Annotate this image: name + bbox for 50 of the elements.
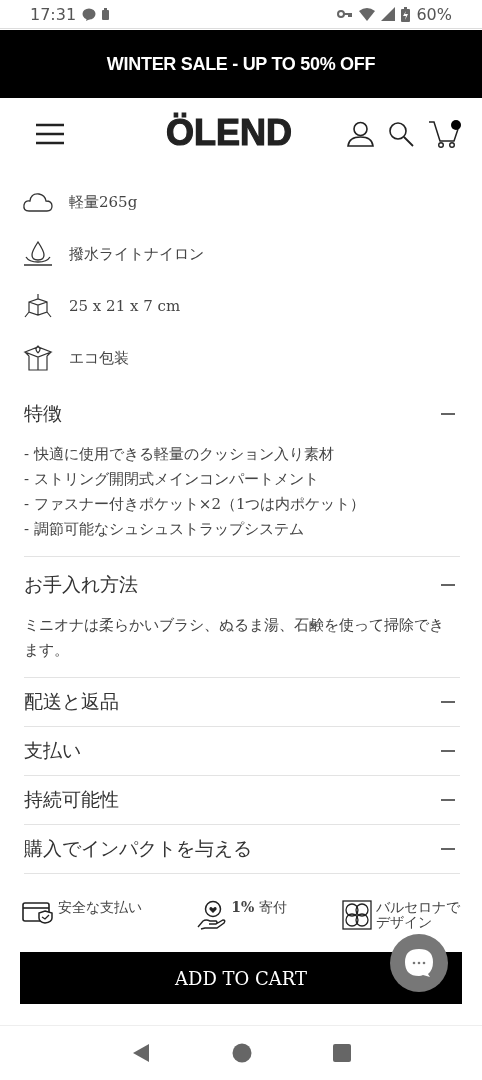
section-text: ミニオナは柔らかいブラシ、ぬるま湯、石鹸を使って掃除できます。 [24, 615, 445, 661]
section-title: 特徴 [24, 401, 62, 426]
recents-icon[interactable] [333, 1044, 352, 1062]
wifi-icon [359, 7, 376, 21]
badge-text: バルセロナでデザイン [376, 900, 461, 930]
chat-bubble-icon [404, 948, 434, 978]
section-title: 購入でインパクトを与える [24, 836, 252, 861]
logo[interactable]: ÖLEND [166, 112, 292, 154]
key-icon [337, 9, 354, 19]
search-icon[interactable] [388, 121, 414, 147]
battery-icon [102, 8, 110, 20]
accordion-header[interactable]: 配送と返品 [24, 678, 460, 726]
feature-text: エコ包装 [69, 348, 129, 368]
section-title: 支払い [24, 738, 81, 763]
card-shield-icon [22, 900, 54, 924]
section-title: お手入れ方法 [24, 572, 138, 597]
water-drop-icon [22, 241, 54, 267]
section-text: - 調節可能なシュシュストラップシステム [24, 519, 305, 540]
add-to-cart-button[interactable]: ADD TO CART [20, 952, 462, 1004]
battery-level: 60% [416, 4, 452, 24]
badge-text: 安全な支払い [58, 900, 142, 915]
chat-button[interactable] [390, 934, 448, 992]
hand-heart-icon [197, 900, 228, 930]
section-text: - ファスナー付きポケット×2（1つは内ポケット） [24, 494, 367, 515]
feature-text: 25 x 21 x 7 cm [69, 297, 181, 315]
accordion-header[interactable]: 購入でインパクトを与える [24, 825, 460, 873]
cube-dimensions-icon [22, 293, 54, 319]
section-title: 持続可能性 [24, 787, 119, 812]
user-icon[interactable] [347, 121, 374, 147]
feature-text: 撥水ライトナイロン [69, 244, 204, 264]
signal-icon [381, 7, 396, 21]
cart-icon[interactable] [428, 119, 462, 149]
clock: 17:31 [30, 4, 77, 24]
section-text: - ストリング開閉式メインコンパートメント [24, 469, 320, 490]
battery-charging-icon [401, 6, 411, 22]
section-text: - 快適に使用できる軽量のクッション入り素材 [24, 444, 335, 465]
chat-icon [82, 7, 97, 21]
badge-text: 1% 寄付 [231, 900, 287, 915]
feature-text: 軽量265g [69, 192, 138, 212]
accordion-header[interactable]: 支払い [24, 727, 460, 775]
accordion-header[interactable]: 持続可能性 [24, 776, 460, 824]
promo-text: WINTER SALE - UP TO 50% OFF [106, 53, 376, 75]
section-title: 配送と返品 [24, 689, 119, 714]
menu-icon[interactable] [35, 123, 65, 145]
cloud-icon [22, 192, 54, 212]
flower-tile-icon [342, 900, 372, 930]
home-icon[interactable] [232, 1043, 252, 1063]
accordion-header[interactable]: お手入れ方法 [24, 557, 460, 613]
accordion-header[interactable]: 特徴 [24, 386, 460, 442]
box-leaf-icon [22, 344, 54, 372]
